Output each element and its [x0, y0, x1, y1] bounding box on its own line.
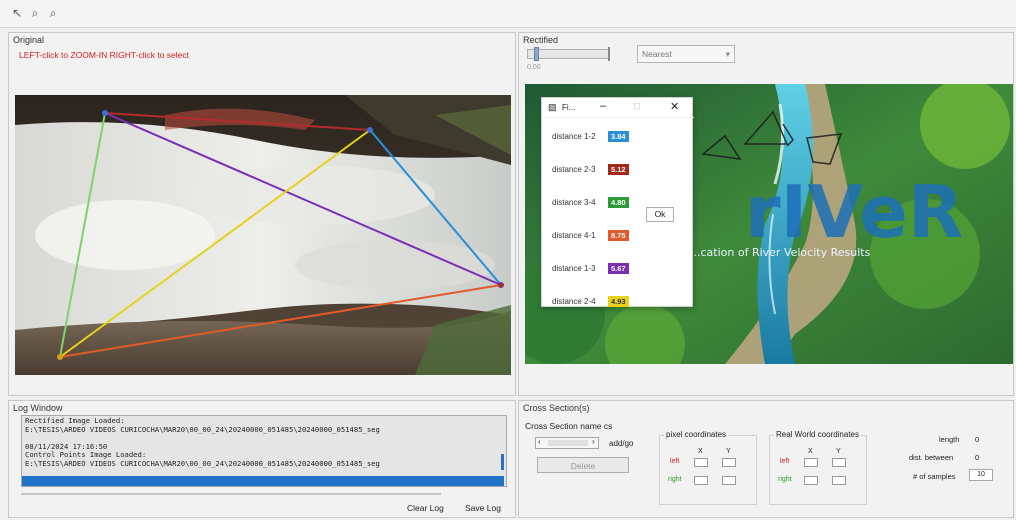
real-x-header: X	[808, 448, 813, 455]
samples-label: # of samples	[913, 472, 956, 481]
dist-between-label: dist. between	[909, 453, 954, 462]
save-log-button[interactable]: Save Log	[465, 503, 501, 513]
figure-icon: ▧	[548, 102, 557, 112]
log-scrollbar[interactable]	[501, 454, 504, 470]
delete-button[interactable]: Delete	[537, 457, 629, 473]
length-label: length	[939, 435, 960, 444]
chevron-left-icon[interactable]: ‹	[538, 437, 541, 446]
real-left-y-input[interactable]	[832, 458, 846, 467]
pixel-y-header: Y	[726, 448, 731, 455]
pixel-left-x-input[interactable]	[694, 458, 708, 467]
cross-section-panel: Cross Section(s) Cross Section name cs ‹…	[518, 400, 1014, 518]
distance-label: distance 3-4	[552, 198, 596, 207]
ok-button[interactable]: Ok	[646, 207, 674, 222]
length-value: 0	[975, 435, 980, 444]
real-right-label: right	[778, 476, 792, 483]
popup-titlebar: ▧ Fi... – □ ✕	[542, 98, 694, 118]
chevron-down-icon: ▾	[725, 49, 730, 59]
distance-label: distance 2-3	[552, 165, 596, 174]
add-go-label[interactable]: add/go	[609, 439, 633, 448]
distance-label: distance 1-3	[552, 264, 596, 273]
log-line: 08/11/2024 17:16:50	[25, 442, 108, 451]
rectified-title: Rectified	[523, 35, 559, 45]
maximize-icon[interactable]: □	[634, 101, 640, 112]
real-world-coordinates-title: Real World coordinates	[774, 430, 862, 439]
toolbar: ↖ ⌕ ⌕	[0, 0, 1016, 28]
log-line: Rectified Image Loaded:	[25, 417, 125, 425]
distance-label: distance 4-1	[552, 231, 596, 240]
real-y-header: Y	[836, 448, 841, 455]
control-point-3[interactable]	[498, 282, 504, 288]
pixel-left-label: left	[670, 458, 680, 465]
dropdown-value: Nearest	[642, 49, 672, 59]
original-panel: Original LEFT-click to ZOOM-IN RIGHT-cli…	[8, 32, 516, 396]
real-left-x-input[interactable]	[804, 458, 818, 467]
pixel-left-y-input[interactable]	[722, 458, 736, 467]
control-point-1[interactable]	[102, 110, 108, 116]
slider-value: 0.00	[527, 64, 541, 71]
distance-value-badge: 5.12	[608, 164, 629, 175]
slider-handle[interactable]	[534, 47, 539, 61]
log-textarea[interactable]: Rectified Image Loaded: E:\TESIS\ARDEO VI…	[21, 415, 507, 487]
log-selected-line[interactable]	[22, 476, 504, 486]
real-right-x-input[interactable]	[804, 476, 818, 485]
log-line: E:\TESIS\ARDEO VIDEOS CURICOCHA\MAR20\00…	[25, 459, 380, 468]
control-point-2[interactable]	[367, 127, 373, 133]
minimize-icon[interactable]: –	[600, 100, 606, 112]
splash-logo-text: rIVeR	[745, 170, 963, 254]
slider-end	[608, 47, 610, 61]
selector-track	[548, 440, 588, 446]
pixel-coordinates-title: pixel coordinates	[664, 430, 729, 439]
original-hint: LEFT-click to ZOOM-IN RIGHT-click to sel…	[19, 50, 190, 60]
pixel-right-y-input[interactable]	[722, 476, 736, 485]
close-icon[interactable]: ✕	[670, 100, 679, 113]
pixel-right-label: right	[668, 476, 682, 483]
zoom-out-icon[interactable]: ⌕	[46, 6, 60, 20]
log-line: Control Points Image Loaded:	[25, 451, 147, 460]
distance-label: distance 2-4	[552, 297, 596, 306]
control-point-4[interactable]	[57, 354, 63, 360]
cross-section-name-label: Cross Section name cs	[525, 421, 613, 431]
pixel-coordinates-group: pixel coordinates X Y left right	[659, 430, 757, 505]
dist-between-value: 0	[975, 453, 980, 462]
cross-section-title: Cross Section(s)	[523, 403, 590, 413]
log-panel: Log Window Rectified Image Loaded: E:\TES…	[8, 400, 516, 518]
clear-log-button[interactable]: Clear Log	[407, 503, 444, 513]
log-line: E:\TESIS\ARDEO VIDEOS CURICOCHA\MAR20\00…	[25, 425, 380, 434]
real-right-y-input[interactable]	[832, 476, 846, 485]
log-lines: Rectified Image Loaded: E:\TESIS\ARDEO VI…	[22, 416, 506, 478]
chevron-right-icon[interactable]: ›	[592, 437, 595, 446]
pixel-x-header: X	[698, 448, 703, 455]
popup-title: Fi...	[562, 103, 576, 112]
cross-section-selector[interactable]: ‹ ›	[535, 437, 599, 449]
original-title: Original	[13, 35, 45, 45]
distance-value-badge: 4.80	[608, 197, 629, 208]
distance-label: distance 1-2	[552, 132, 596, 141]
log-h-scrollbar[interactable]	[21, 493, 441, 495]
distance-popup: ▧ Fi... – □ ✕ distance 1-2 3.84 distance 2…	[541, 97, 694, 307]
splash-subtitle: ...cation of River Velocity Results	[690, 246, 871, 259]
zoom-in-icon[interactable]: ⌕	[28, 6, 42, 20]
pixel-right-x-input[interactable]	[694, 476, 708, 485]
interpolation-dropdown[interactable]: Nearest ▾	[637, 45, 735, 63]
distance-value-badge: 3.84	[608, 131, 629, 142]
real-left-label: left	[780, 458, 790, 465]
rectified-panel: Rectified 0.00 Nearest ▾ rIVeR ...cation…	[518, 32, 1014, 396]
distance-value-badge: 8.75	[608, 230, 629, 241]
pointer-icon[interactable]: ↖	[10, 6, 24, 20]
rectify-slider[interactable]	[527, 47, 610, 61]
log-title: Log Window	[13, 403, 63, 413]
distance-value-badge: 4.93	[608, 296, 629, 307]
original-image[interactable]	[15, 95, 511, 375]
samples-input[interactable]: 10	[969, 469, 993, 481]
real-world-coordinates-group: Real World coordinates X Y left right	[769, 430, 867, 505]
distance-value-badge: 5.67	[608, 263, 629, 274]
